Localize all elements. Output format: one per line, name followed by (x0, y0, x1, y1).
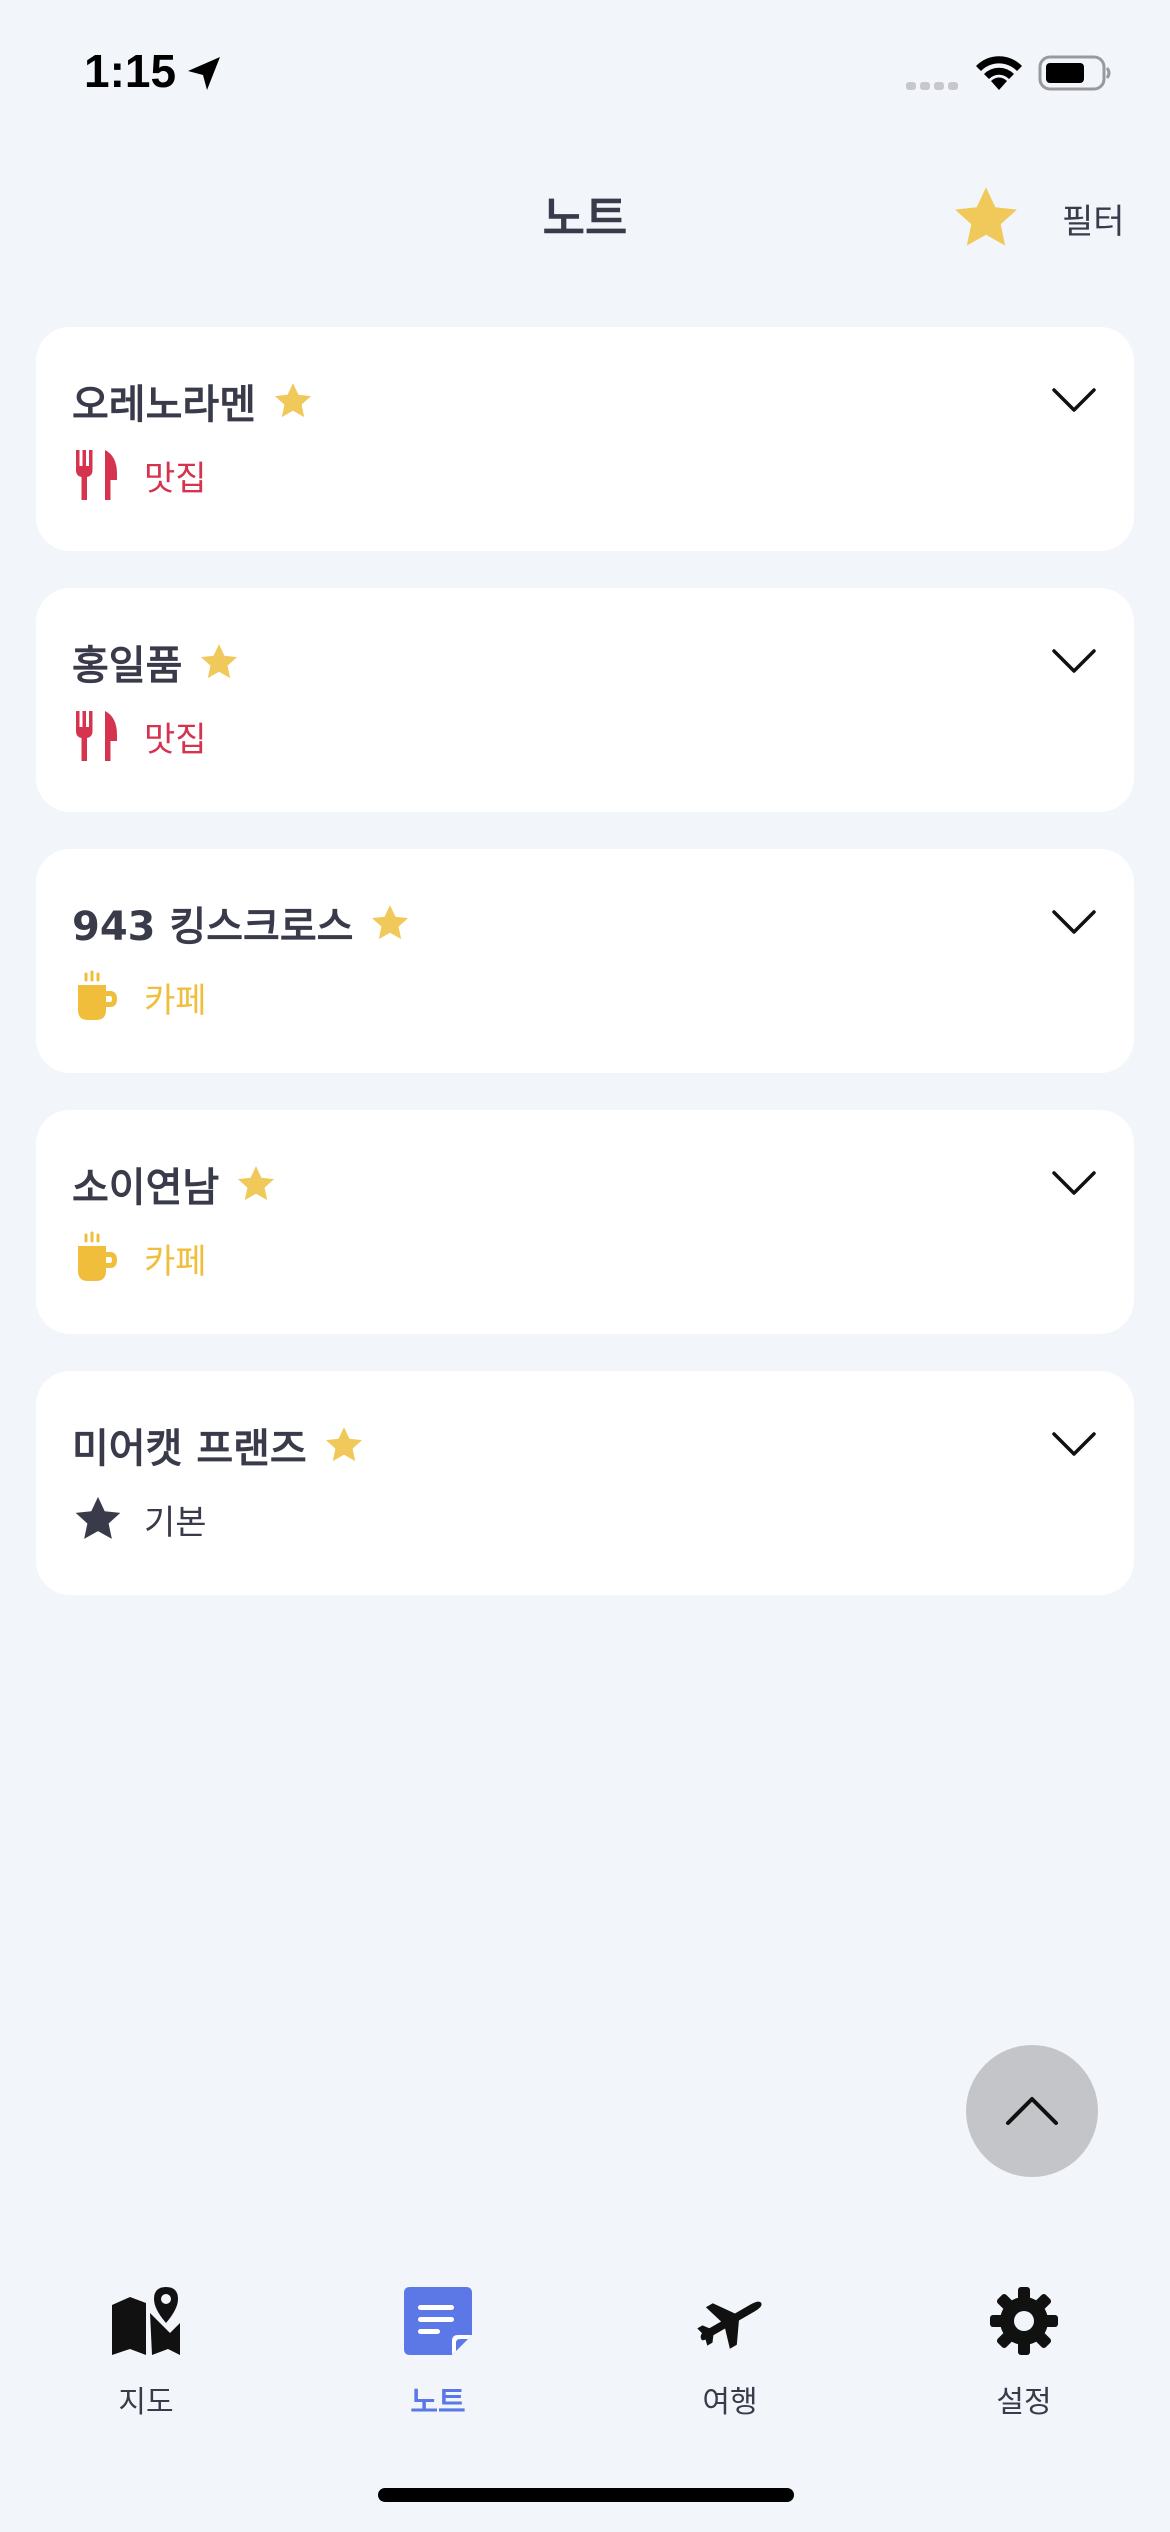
tab-label: 설정 (996, 2385, 1052, 2420)
chevron-down-icon[interactable] (1050, 646, 1098, 676)
chevron-down-icon[interactable] (1050, 907, 1098, 937)
category-label: 맛집 (144, 458, 207, 499)
chevron-down-icon[interactable] (1050, 1429, 1098, 1459)
note-card[interactable]: 미어캣 프랜즈 기본 (36, 1371, 1134, 1595)
category-label: 카페 (144, 980, 207, 1021)
tab-settings[interactable]: 설정 (924, 2270, 1124, 2430)
category-label: 기본 (144, 1502, 207, 1543)
tab-trips[interactable]: 여행 (630, 2270, 830, 2430)
note-card[interactable]: 소이연남 카페 (36, 1110, 1134, 1334)
coffee-cup-icon (78, 970, 117, 1020)
battery-icon (1038, 55, 1111, 91)
star-icon (75, 1496, 121, 1539)
chevron-down-icon[interactable] (1050, 1168, 1098, 1198)
gear-icon (990, 2287, 1058, 2355)
location-arrow-icon (188, 57, 220, 90)
tab-map[interactable]: 지도 (46, 2270, 246, 2430)
category-label: 카페 (144, 1241, 207, 1282)
chevron-up-icon (1006, 2097, 1058, 2125)
note-list: 오레노라멘 맛집 홍일품 맛집 943 킹스크로스 카페 소이연남 카페 미어캣… (36, 327, 1134, 1632)
favorite-star-icon[interactable] (235, 1163, 277, 1205)
tab-bar: 지도 노트 여행 설정 (0, 2270, 1170, 2430)
wifi-icon (976, 56, 1022, 90)
tab-label: 노트 (410, 2385, 466, 2420)
note-title: 943 킹스크로스 (72, 904, 354, 950)
coffee-cup-icon (78, 1231, 117, 1281)
note-title: 소이연남 (72, 1165, 220, 1211)
chevron-down-icon[interactable] (1050, 385, 1098, 415)
star-icon (955, 187, 1017, 246)
status-bar: 1:15 (0, 0, 1170, 150)
tab-label: 지도 (118, 2385, 174, 2420)
airplane-icon (697, 2301, 762, 2349)
note-icon (404, 2287, 472, 2355)
favorite-star-icon[interactable] (272, 380, 314, 422)
fork-knife-icon (76, 450, 117, 500)
favorite-star-icon[interactable] (369, 902, 411, 944)
note-title: 미어캣 프랜즈 (72, 1426, 307, 1472)
home-indicator[interactable] (378, 2488, 794, 2502)
map-icon (112, 2287, 180, 2355)
tab-label: 여행 (702, 2385, 758, 2420)
note-title: 홍일품 (72, 643, 183, 689)
note-card[interactable]: 홍일품 맛집 (36, 588, 1134, 812)
note-card[interactable]: 943 킹스크로스 카페 (36, 849, 1134, 1073)
note-card[interactable]: 오레노라멘 맛집 (36, 327, 1134, 551)
filter-label: 필터 (1062, 201, 1125, 242)
status-time: 1:15 (84, 45, 177, 97)
cellular-signal-icon (906, 82, 958, 90)
filter-button[interactable]: 필터 (950, 178, 1130, 258)
favorite-star-icon[interactable] (198, 641, 240, 683)
note-title: 오레노라멘 (72, 382, 256, 428)
favorite-star-icon[interactable] (323, 1424, 365, 1466)
fork-knife-icon (76, 711, 117, 761)
scroll-to-top-button[interactable] (966, 2045, 1098, 2177)
tab-notes[interactable]: 노트 (338, 2270, 538, 2430)
category-label: 맛집 (144, 719, 207, 760)
